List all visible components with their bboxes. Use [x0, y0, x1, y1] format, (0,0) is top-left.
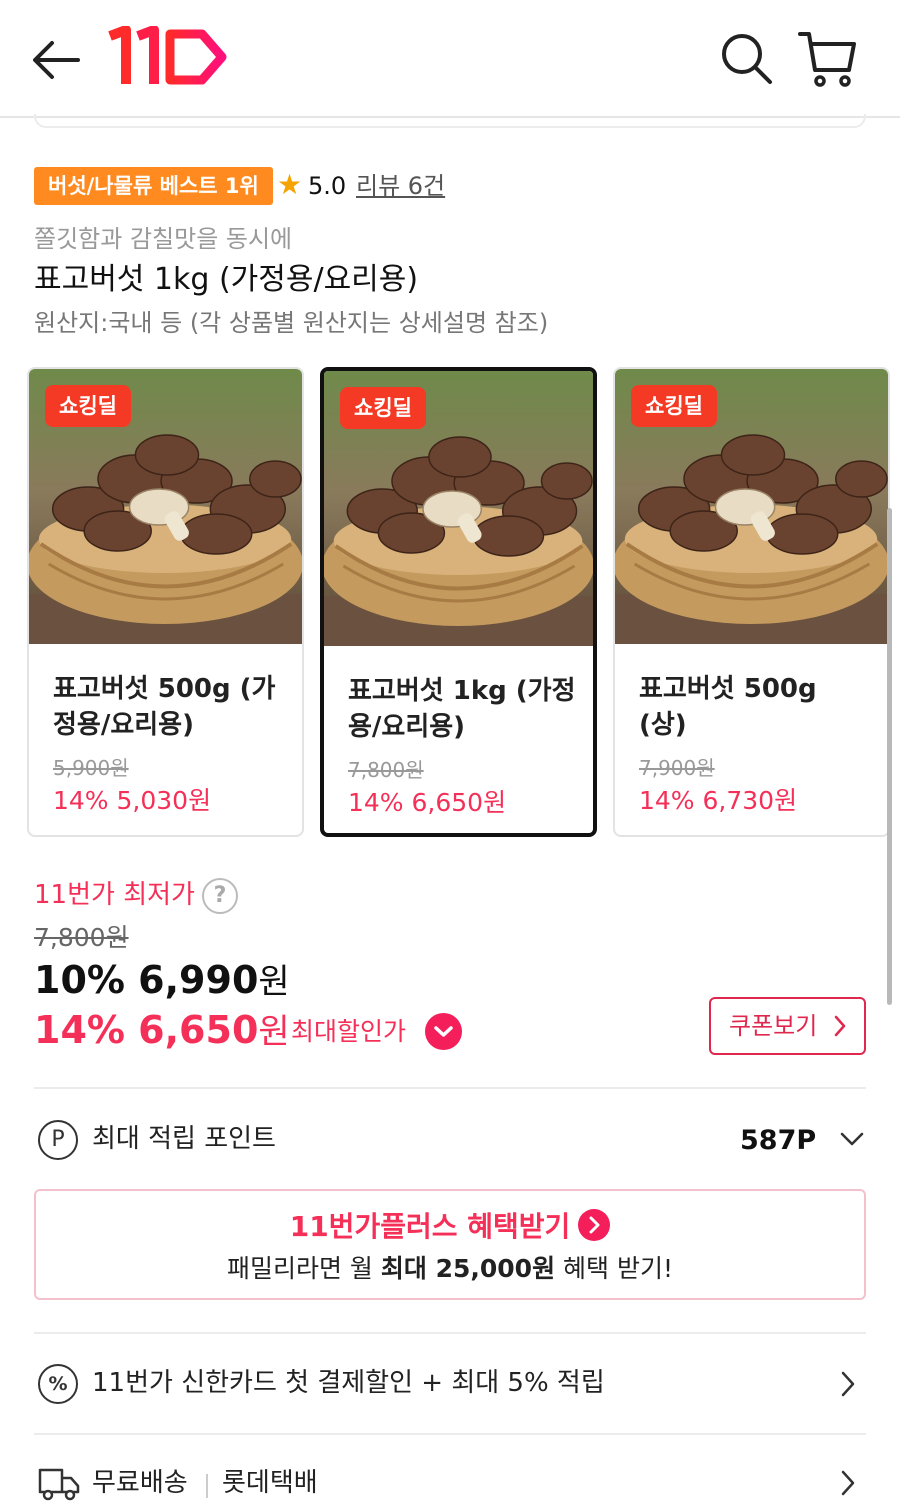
original-price: 7,800원 [34, 923, 129, 952]
search-button[interactable] [718, 30, 776, 88]
option-name: 표고버섯 500g (가정용/요리용) [53, 674, 276, 740]
option-price: 14% 6,730원 [639, 786, 798, 815]
currency-unit: 원 [258, 962, 290, 1002]
option-price: 14% 6,650원 [348, 788, 507, 817]
logo[interactable] [104, 25, 234, 92]
plus-membership-banner[interactable]: 11번가플러스 혜택받기 패밀리라면 월 최대 25,000원 혜택 받기! [34, 1189, 866, 1300]
collapsed-panel-edge [34, 114, 866, 128]
shipping-carrier: 롯데택배 [222, 1468, 318, 1498]
currency-unit: 원 [258, 1012, 290, 1052]
cart-icon [798, 32, 856, 87]
percent-icon: % [38, 1364, 78, 1404]
plus-sub-amount: 최대 25,000원 [380, 1254, 556, 1283]
shocking-deal-badge: 쇼킹딜 [631, 385, 717, 427]
chevron-right-icon[interactable] [838, 1468, 858, 1498]
max-discount-price: 14% 6,650원 [34, 1004, 290, 1058]
shocking-deal-badge: 쇼킹딜 [340, 387, 426, 429]
help-icon[interactable]: ? [202, 878, 238, 914]
chevron-down-icon[interactable] [425, 1013, 462, 1050]
scrollbar[interactable] [887, 508, 892, 1005]
option-card[interactable]: 쇼킹딜 표고버섯 500g (가정용/요리용) 5,900원 14% 5,030… [27, 367, 304, 837]
chevron-right-icon [578, 1209, 611, 1241]
separator [206, 1474, 208, 1498]
star-icon: ★ [277, 168, 303, 201]
chevron-right-icon[interactable] [838, 1369, 858, 1399]
max-point-value: 587P [740, 1125, 817, 1156]
back-button[interactable] [28, 34, 84, 86]
divider [34, 1433, 866, 1435]
search-icon [722, 34, 772, 84]
option-card-selected[interactable]: 쇼킹딜 표고버섯 1kg (가정용/요리용) 7,800원 14% 6,650원 [320, 367, 597, 837]
option-original-price: 5,900원 [53, 756, 129, 780]
truck-icon [38, 1466, 80, 1502]
top-header [0, 0, 900, 118]
divider [34, 1087, 866, 1089]
plus-banner-subtitle: 패밀리라면 월 최대 25,000원 혜택 받기! [36, 1251, 864, 1287]
shocking-deal-badge: 쇼킹딜 [45, 385, 131, 427]
review-count-link[interactable]: 리뷰 6건 [356, 170, 445, 202]
option-original-price: 7,900원 [639, 756, 715, 780]
product-title: 표고버섯 1kg (가정용/요리용) [34, 262, 419, 297]
product-origin: 원산지:국내 등 (각 상품별 원산지는 상세설명 참조) [34, 309, 549, 337]
card-promotion-text[interactable]: 11번가 신한카드 첫 결제할인 + 최대 5% 적립 [92, 1364, 605, 1402]
chevron-down-icon[interactable] [838, 1124, 866, 1154]
plus-title-text: 11번가플러스 혜택받기 [289, 1210, 571, 1243]
free-shipping-label: 무료배송 [92, 1468, 188, 1498]
option-price: 14% 5,030원 [53, 786, 212, 815]
max-discount-label[interactable]: 최대할인가 [291, 1014, 406, 1050]
plus-sub-prefix: 패밀리라면 월 [226, 1254, 381, 1283]
best-rank-badge[interactable]: 버섯/나물류 베스트 1위 [34, 167, 273, 205]
plus-sub-suffix: 혜택 받기! [555, 1254, 673, 1283]
option-card[interactable]: 쇼킹딜 표고버섯 500g (상) 7,900원 14% 6,730원 [613, 367, 890, 837]
max-price-amount: 14% 6,650 [34, 1008, 259, 1052]
chevron-right-icon [832, 999, 848, 1072]
option-name: 표고버섯 1kg (가정용/요리용) [348, 676, 576, 742]
sale-price-amount: 10% 6,990 [34, 958, 259, 1002]
divider [34, 1332, 866, 1334]
rating-value: 5.0 [308, 172, 347, 200]
point-icon: P [38, 1120, 78, 1160]
arrow-left-icon [33, 41, 80, 79]
cart-button[interactable] [796, 28, 860, 90]
product-subtitle: 쫄깃함과 감칠맛을 동시에 [34, 225, 293, 253]
max-point-label: 최대 적립 포인트 [92, 1124, 276, 1154]
coupon-button-label: 쿠폰보기 [729, 1012, 818, 1040]
option-original-price: 7,800원 [348, 758, 424, 782]
11st-logo-icon [108, 25, 227, 85]
plus-banner-title: 11번가플러스 혜택받기 [36, 1207, 864, 1247]
coupon-view-button[interactable]: 쿠폰보기 [709, 997, 866, 1055]
option-name: 표고버섯 500g (상) [639, 674, 817, 740]
lowest-price-label: 11번가 최저가 [34, 880, 195, 910]
sale-price: 10% 6,990원 [34, 956, 290, 1006]
